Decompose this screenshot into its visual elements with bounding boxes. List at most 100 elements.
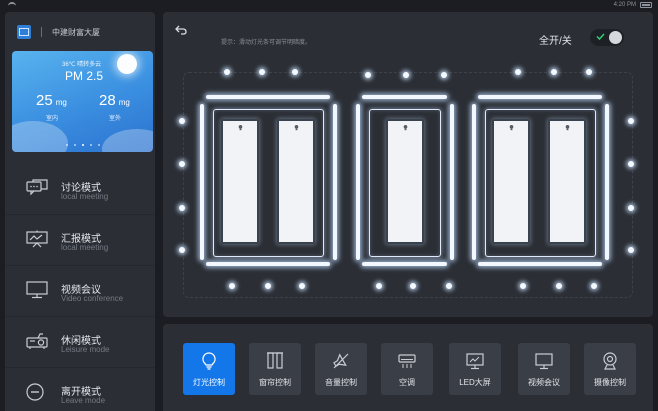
bulb-icon [294,125,299,131]
spotlight[interactable] [265,283,271,289]
spotlight[interactable] [556,283,562,289]
control-led-screen[interactable]: LED大屏 [449,343,501,395]
brand-name: 中建财富大厦 [52,27,100,37]
back-arrow-icon[interactable] [175,25,187,35]
spotlight[interactable] [179,247,185,253]
bulb-icon [509,125,514,131]
brand-divider [41,27,42,37]
spotlight[interactable] [179,118,185,124]
mode-leave[interactable]: 离开模式 Leave mode [5,368,155,411]
control-volume[interactable]: 音量控制 [315,343,367,395]
control-lighting[interactable]: 灯光控制 [183,343,235,395]
panel-light[interactable] [548,119,586,244]
mode-report[interactable]: 汇报模式 local meeting [5,215,155,266]
control-camera[interactable]: 摄像控制 [584,343,636,395]
mode-list: 讨论模式 local meeting 汇报模式 local meeting 视频… [5,164,155,411]
bulb-icon [238,125,243,131]
camera-icon [603,352,617,370]
spotlight[interactable] [299,283,305,289]
panel-light[interactable] [386,119,424,244]
projector-icon [26,333,48,349]
all-lights-toggle[interactable] [590,29,624,46]
mode-discussion[interactable]: 讨论模式 local meeting [5,164,155,215]
check-icon [596,33,605,41]
spotlight[interactable] [515,69,521,75]
spotlight[interactable] [410,283,416,289]
light-strip-vertical[interactable] [605,104,609,260]
leave-circle-icon [26,383,44,401]
light-strip-horizontal[interactable] [362,95,447,99]
light-strip-horizontal[interactable] [206,95,330,99]
light-strip-horizontal[interactable] [478,262,602,266]
control-label: 音量控制 [325,378,357,387]
pm25-indoor: 25 mg [36,92,67,109]
control-curtain[interactable]: 窗帘控制 [249,343,301,395]
spotlight[interactable] [403,72,409,78]
weather-card[interactable]: 36℃ 晴转多云 PM 2.5 25 mg 28 mg 室内 室外 [12,51,153,152]
carousel-dot-active[interactable] [81,144,84,146]
control-label: 窗帘控制 [259,378,291,387]
pm25-indoor-value: 25 [36,92,53,109]
cloud-decoration [102,129,153,152]
all-toggle-label: 全开/关 [539,36,572,47]
carousel-dot[interactable] [89,144,92,146]
mode-leisure[interactable]: 休闲模式 Leisure mode [5,317,155,368]
panel-light[interactable] [277,119,315,244]
carousel-dot[interactable] [73,144,76,146]
carousel-dot[interactable] [97,144,100,146]
toggle-knob[interactable] [609,31,622,44]
spotlight[interactable] [551,69,557,75]
hint-text: 提示：滑动灯光条可调节明暗度。 [221,40,312,46]
pm25-outdoor-label: 室外 [109,116,122,122]
bulb-icon [403,125,408,131]
control-air-conditioner[interactable]: 空调 [381,343,433,395]
spotlight[interactable] [591,283,597,289]
spotlight[interactable] [292,69,298,75]
mode-video-conference[interactable]: 视频会议 Video conference [5,266,155,317]
light-strip-horizontal[interactable] [206,262,330,266]
light-strip-vertical[interactable] [450,104,454,260]
light-strip-vertical[interactable] [356,104,360,260]
pm25-outdoor-unit: mg [118,98,130,107]
spotlight[interactable] [376,283,382,289]
pm25-title: PM 2.5 [65,69,104,83]
cloud-decoration [12,121,68,152]
building-logo-icon [17,25,31,39]
spotlight[interactable] [224,69,230,75]
mode-subtitle: Video conference [61,294,124,303]
control-bar: 灯光控制 窗帘控制 音量控制 空调 LED大屏 视频会议 摄像控制 [163,324,653,411]
mode-subtitle: Leave mode [61,396,106,405]
spotlight[interactable] [259,69,265,75]
spotlight[interactable] [365,72,371,78]
curtain-icon [267,352,283,369]
spotlight[interactable] [441,72,447,78]
lighting-panel: 提示：滑动灯光条可调节明暗度。 全开/关 [163,12,653,317]
panel-light[interactable] [221,119,259,244]
spotlight[interactable] [628,118,634,124]
carousel-dots[interactable] [12,144,153,146]
spotlight[interactable] [628,205,634,211]
panel-light[interactable] [492,119,530,244]
control-label: LED大屏 [459,378,491,387]
spotlight[interactable] [628,161,634,167]
spotlight[interactable] [229,283,235,289]
spotlight[interactable] [179,205,185,211]
control-video-meeting[interactable]: 视频会议 [518,343,570,395]
monitor-icon [26,281,48,299]
presentation-board-icon [26,230,48,248]
spotlight[interactable] [179,161,185,167]
control-label: 空调 [399,378,415,387]
light-strip-vertical[interactable] [472,104,476,260]
light-strip-vertical[interactable] [333,104,337,260]
weather-condition: 36℃ 晴转多云 [62,62,102,68]
light-strip-horizontal[interactable] [478,95,602,99]
light-strip-vertical[interactable] [200,104,204,260]
spotlight[interactable] [586,69,592,75]
spotlight[interactable] [628,247,634,253]
spotlight[interactable] [520,283,526,289]
light-strip-horizontal[interactable] [362,262,447,266]
mode-subtitle: local meeting [61,192,109,201]
carousel-dot[interactable] [65,144,68,146]
spotlight[interactable] [446,283,452,289]
brand: 中建财富大厦 [17,24,100,40]
